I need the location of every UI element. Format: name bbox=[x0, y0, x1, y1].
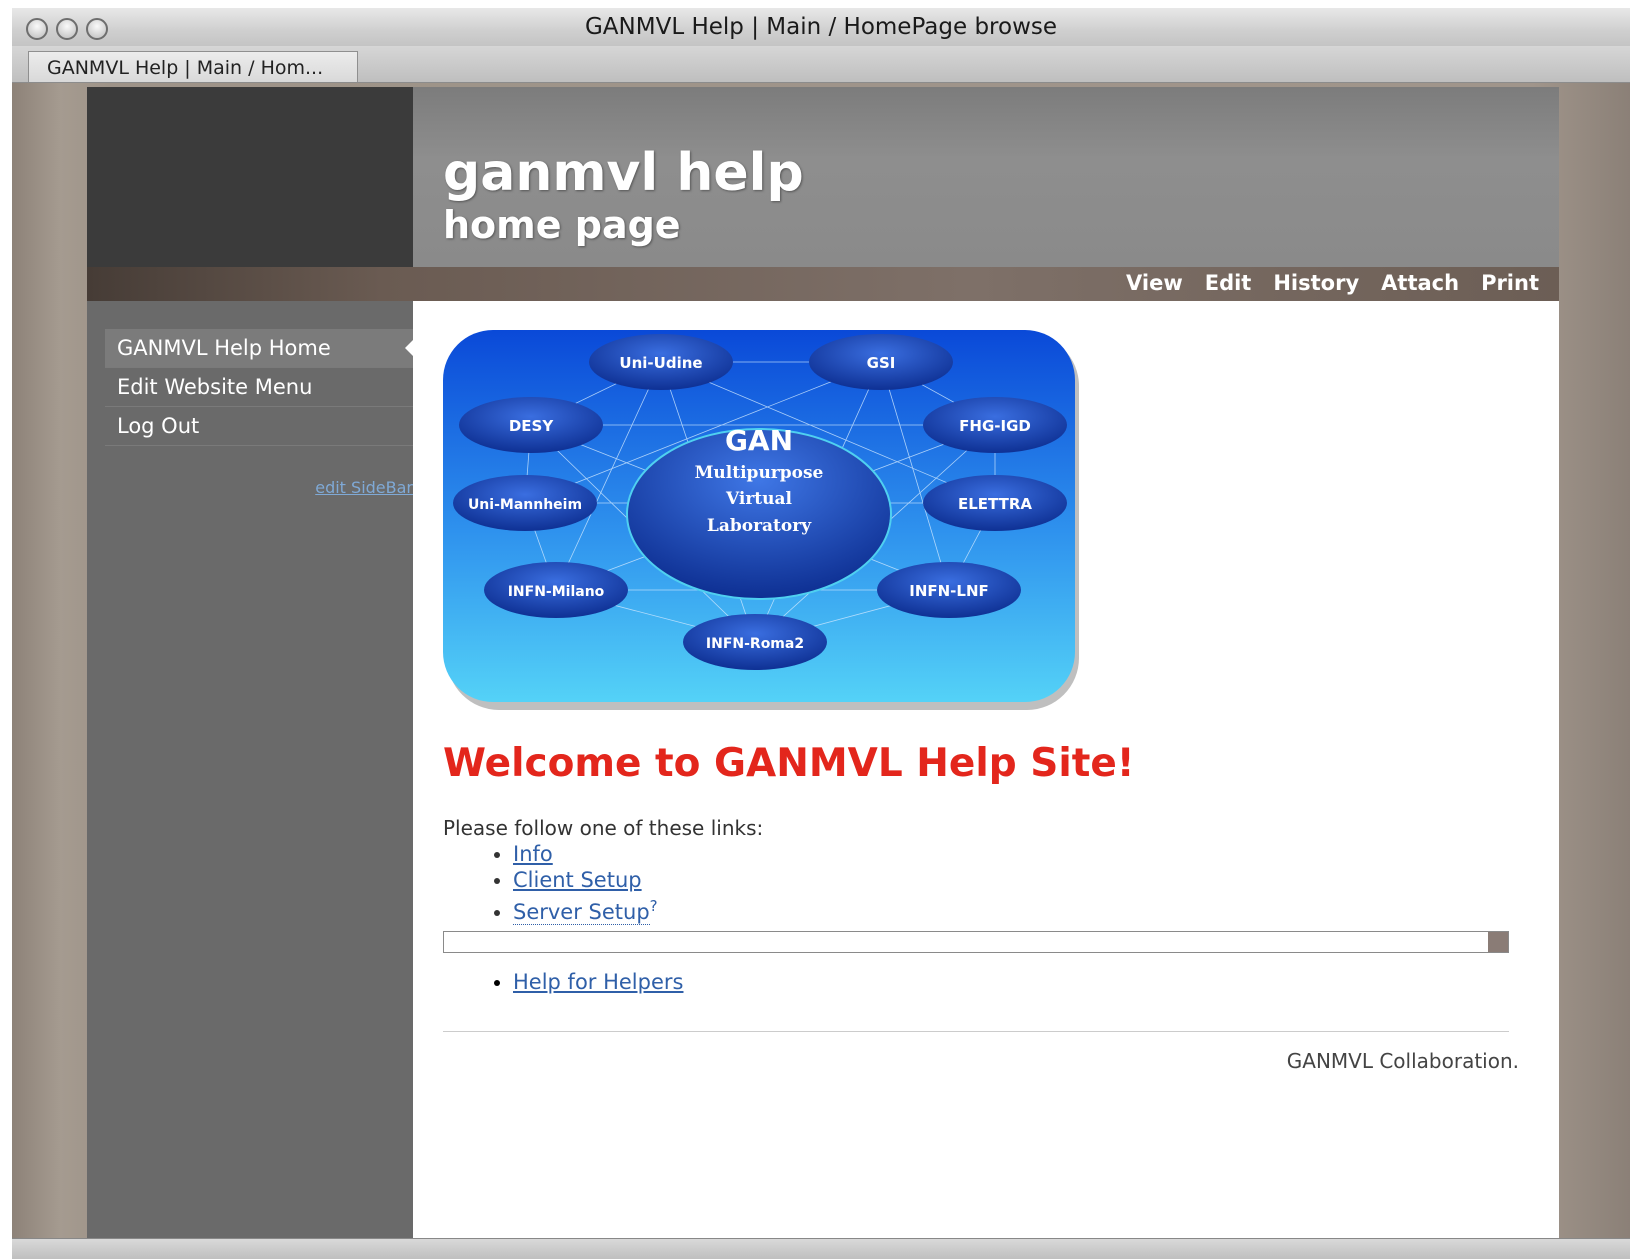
list-item: Server Setup? bbox=[513, 893, 658, 925]
center-title: GAN bbox=[725, 424, 793, 457]
svg-text:INFN-Roma2: INFN-Roma2 bbox=[706, 636, 804, 652]
node-desy: DESY bbox=[459, 397, 603, 453]
svg-text:INFN-LNF: INFN-LNF bbox=[909, 582, 989, 600]
list-item: Help for Helpers bbox=[513, 970, 683, 994]
page-actions: View Edit History Attach Print bbox=[1126, 271, 1539, 295]
footer-text: GANMVL Collaboration. bbox=[1286, 1049, 1519, 1073]
main-content: GAN Multipurpose Virtual Laboratory Uni-… bbox=[413, 301, 1559, 1238]
info-link[interactable]: Info bbox=[513, 842, 553, 866]
node-infn-roma2: INFN-Roma2 bbox=[683, 614, 827, 670]
window-title: GANMVL Help | Main / HomePage browse bbox=[584, 14, 1058, 40]
link-list: Info Client Setup Server Setup? bbox=[475, 841, 658, 925]
server-setup-link[interactable]: Server Setup bbox=[513, 900, 650, 925]
sidebar-item-edit-website-menu[interactable]: Edit Website Menu bbox=[105, 368, 413, 407]
window-bottom-bar bbox=[12, 1238, 1630, 1259]
svg-text:DESY: DESY bbox=[509, 417, 555, 435]
horizontal-scroll-box[interactable] bbox=[443, 931, 1509, 953]
action-bar: View Edit History Attach Print bbox=[87, 267, 1559, 301]
page-header: ganmvl help home page bbox=[413, 87, 1559, 267]
node-uni-udine: Uni-Udine bbox=[589, 334, 733, 390]
svg-text:INFN-Milano: INFN-Milano bbox=[508, 584, 605, 600]
edit-action[interactable]: Edit bbox=[1205, 271, 1252, 295]
sidebar-item-help-home[interactable]: GANMVL Help Home bbox=[105, 329, 414, 368]
intro-text: Please follow one of these links: bbox=[443, 816, 764, 840]
help-for-helpers-link[interactable]: Help for Helpers bbox=[513, 970, 683, 994]
node-gsi: GSI bbox=[809, 334, 953, 390]
node-fhg-igd: FHG-IGD bbox=[923, 397, 1067, 453]
node-elettra: ELETTRA bbox=[923, 475, 1067, 531]
svg-text:Uni-Udine: Uni-Udine bbox=[619, 354, 702, 372]
gan-network-diagram: GAN Multipurpose Virtual Laboratory Uni-… bbox=[443, 330, 1079, 710]
list-item: Info bbox=[513, 841, 658, 867]
sidebar-menu: GANMVL Help Home Edit Website Menu Log O… bbox=[105, 329, 414, 446]
history-action[interactable]: History bbox=[1273, 271, 1359, 295]
center-line-3: Laboratory bbox=[707, 516, 812, 536]
sidebar-item-log-out[interactable]: Log Out bbox=[105, 407, 413, 446]
sidebar-top-block bbox=[87, 87, 413, 267]
window-titlebar: GANMVL Help | Main / HomePage browse bbox=[12, 8, 1630, 47]
page-subtitle: home page bbox=[443, 203, 681, 247]
list-item: Client Setup bbox=[513, 867, 658, 893]
welcome-heading: Welcome to GANMVL Help Site! bbox=[443, 741, 1135, 786]
svg-text:ELETTRA: ELETTRA bbox=[958, 495, 1032, 513]
tab-strip: GANMVL Help | Main / Hom... bbox=[12, 46, 1630, 83]
helper-link-list: Help for Helpers bbox=[475, 970, 683, 994]
svg-text:GSI: GSI bbox=[867, 354, 896, 372]
svg-text:Uni-Mannheim: Uni-Mannheim bbox=[468, 497, 582, 513]
center-line-1: Multipurpose bbox=[695, 463, 824, 483]
view-action[interactable]: View bbox=[1126, 271, 1183, 295]
missing-page-mark[interactable]: ? bbox=[650, 897, 658, 915]
site-title: ganmvl help bbox=[443, 143, 804, 203]
edit-sidebar-link[interactable]: edit SideBar bbox=[315, 478, 413, 497]
attach-action[interactable]: Attach bbox=[1381, 271, 1459, 295]
sidebar: GANMVL Help Home Edit Website Menu Log O… bbox=[87, 301, 414, 1238]
browser-tab[interactable]: GANMVL Help | Main / Hom... bbox=[28, 51, 358, 82]
print-action[interactable]: Print bbox=[1481, 271, 1539, 295]
scrollbar-thumb[interactable] bbox=[1488, 932, 1508, 952]
node-uni-mannheim: Uni-Mannheim bbox=[453, 475, 597, 531]
node-infn-milano: INFN-Milano bbox=[484, 562, 628, 618]
client-setup-link[interactable]: Client Setup bbox=[513, 868, 642, 892]
svg-text:FHG-IGD: FHG-IGD bbox=[959, 417, 1031, 435]
center-line-2: Virtual bbox=[725, 489, 793, 509]
footer-divider bbox=[443, 1031, 1509, 1032]
node-infn-lnf: INFN-LNF bbox=[877, 562, 1021, 618]
